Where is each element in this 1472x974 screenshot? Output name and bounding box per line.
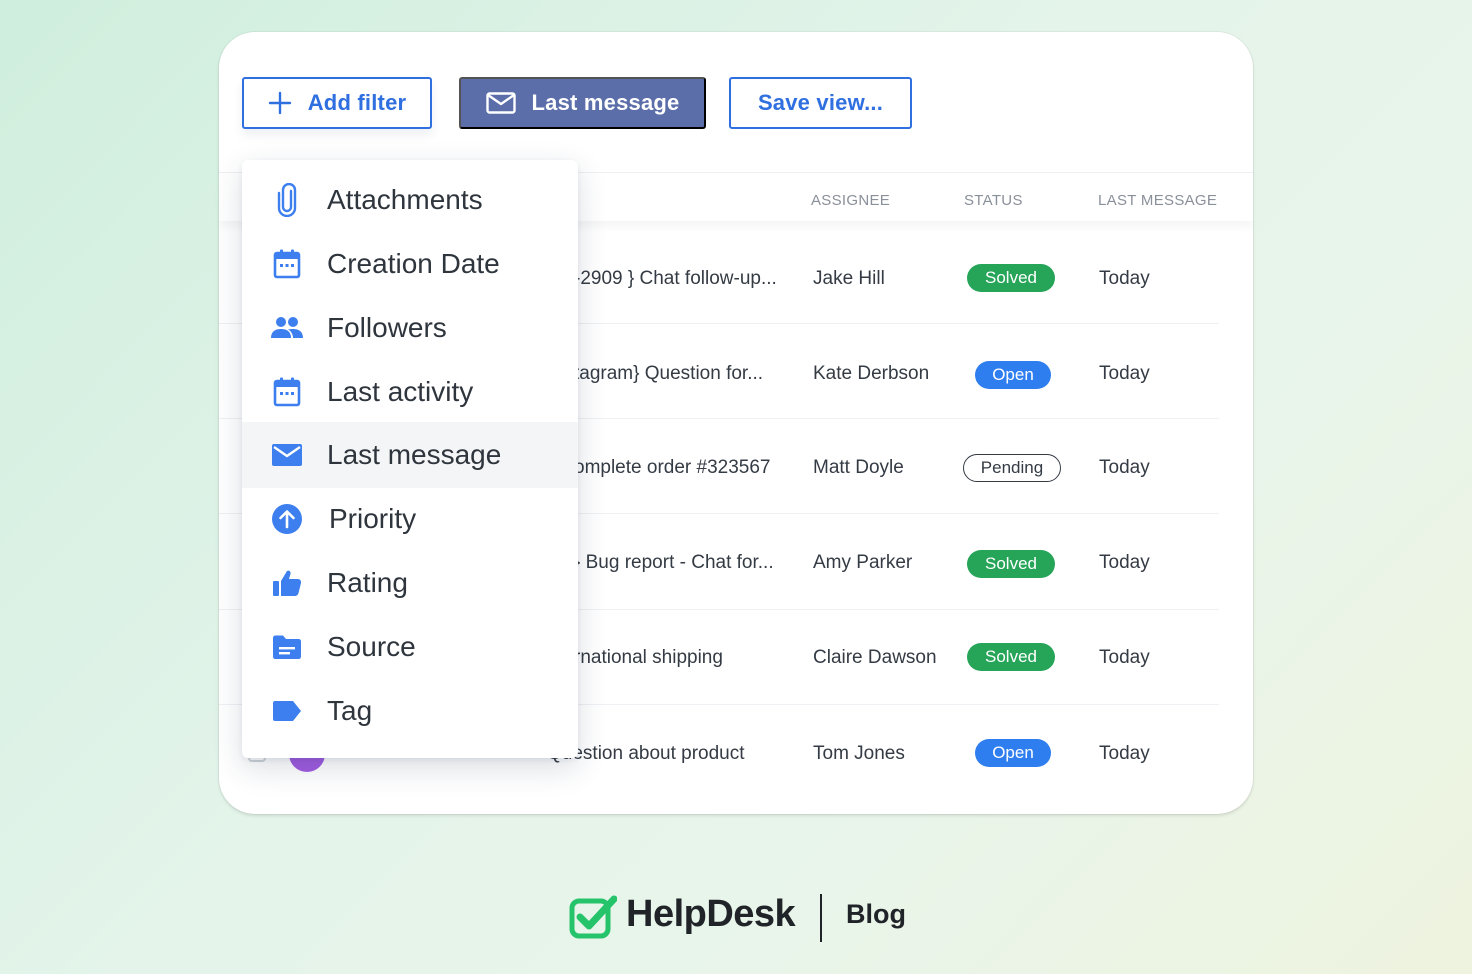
menu-item-label: Rating [327,567,408,598]
ticket-last-message: Today [1099,647,1150,668]
ticket-subject[interactable]: omplete order #323567 [574,457,770,479]
status-badge: Solved [967,643,1055,671]
ticket-assignee: Matt Doyle [813,457,904,478]
menu-item-priority[interactable]: Priority [242,486,578,552]
status-badge: Pending [963,454,1061,482]
tag-icon [270,694,304,728]
filter-dropdown-menu: Attachments Creation Date Followers Last… [242,160,578,758]
plus-icon [268,91,291,115]
menu-item-last-activity[interactable]: Last activity [242,359,578,425]
menu-item-label: Priority [329,503,417,534]
ticket-last-message: Today [1099,743,1150,764]
paperclip-icon [270,183,304,217]
add-filter-button[interactable]: Add filter [242,77,432,129]
save-view-label: Save view... [757,90,884,115]
folder-icon [270,630,304,664]
menu-item-tag[interactable]: Tag [242,678,578,744]
ticket-last-message: Today [1099,552,1150,573]
ticket-assignee: Jake Hill [813,268,885,289]
menu-item-label: Last message [327,439,502,470]
menu-item-last-message[interactable]: Last message [242,422,578,488]
last-message-filter-label: Last message [531,90,680,115]
menu-item-label: Source [327,631,416,662]
arrow-up-circle-icon [270,502,304,536]
footer-divider [820,894,822,942]
ticket-subject[interactable]: } Bug report - Chat for... [574,552,774,574]
ticket-assignee: Kate Derbson [813,363,930,384]
ticket-subject[interactable]: rnational shipping [574,647,723,669]
menu-item-label: Attachments [327,184,483,215]
add-filter-label: Add filter [307,90,407,115]
ticket-assignee: Tom Jones [813,743,905,764]
menu-item-attachments[interactable]: Attachments [242,167,578,233]
ticket-assignee: Claire Dawson [813,647,937,668]
column-header-status[interactable]: STATUS [964,192,1023,209]
envelope-icon [270,438,304,472]
ticket-subject[interactable]: tagram} Question for... [574,363,763,385]
thumbs-up-icon [270,566,304,600]
menu-item-followers[interactable]: Followers [242,295,578,361]
menu-item-label: Last activity [327,376,474,407]
ticket-last-message: Today [1099,457,1150,478]
brand-name: HelpDesk [626,893,796,935]
save-view-button[interactable]: Save view... [729,77,912,129]
column-header-assignee[interactable]: ASSIGNEE [811,192,890,209]
last-message-filter-button[interactable]: Last message [459,77,706,129]
people-icon [270,311,304,345]
status-badge: Open [975,361,1051,389]
menu-item-label: Tag [327,695,373,726]
status-badge: Open [975,739,1051,767]
status-badge: Solved [967,264,1055,292]
calendar-icon [270,247,304,281]
menu-item-rating[interactable]: Rating [242,550,578,616]
envelope-icon [485,92,516,114]
helpdesk-logo-icon [569,895,617,939]
menu-item-source[interactable]: Source [242,614,578,680]
section-label: Blog [846,899,906,929]
column-header-last-message[interactable]: LAST MESSAGE [1098,192,1217,209]
ticket-assignee: Amy Parker [813,552,913,573]
menu-item-label: Followers [327,312,447,343]
menu-item-label: Creation Date [327,248,500,279]
calendar-icon [270,375,304,409]
status-badge: Solved [967,550,1055,578]
ticket-last-message: Today [1099,268,1150,289]
menu-item-creation-date[interactable]: Creation Date [242,231,578,297]
ticket-subject[interactable]: -2909 } Chat follow-up... [574,268,777,290]
ticket-last-message: Today [1099,363,1150,384]
